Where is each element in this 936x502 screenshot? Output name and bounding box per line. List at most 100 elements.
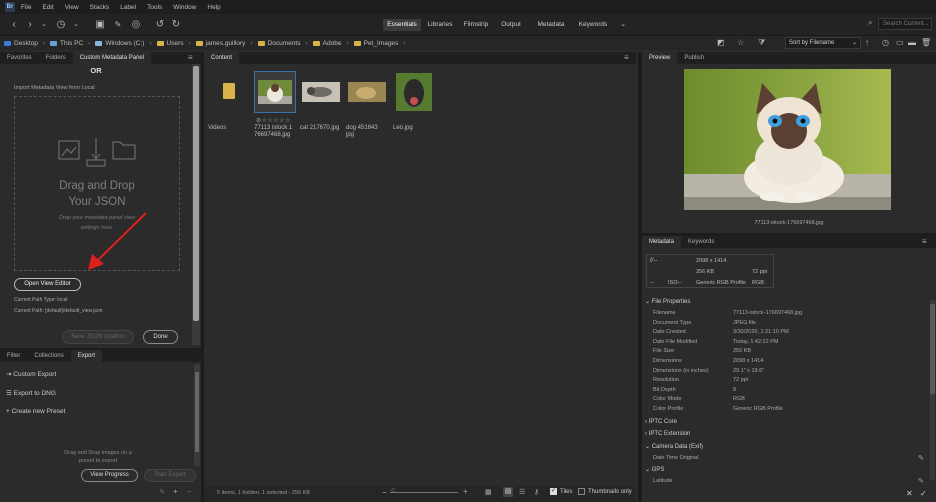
tab-custom-metadata-panel[interactable]: Custom Metadata Panel xyxy=(72,52,152,64)
menu-file[interactable]: File xyxy=(21,4,31,11)
export-scrollbar[interactable] xyxy=(194,364,200,466)
rating-stars[interactable]: ⊘☆☆☆☆☆ xyxy=(256,117,291,124)
scroll-thumb[interactable] xyxy=(195,372,199,452)
view-grid-icon[interactable]: ▦ xyxy=(485,488,492,496)
panel-menu-icon[interactable]: ≡ xyxy=(624,52,629,64)
tab-content[interactable]: Content xyxy=(204,52,240,64)
menu-view[interactable]: View xyxy=(65,4,79,11)
menu-help[interactable]: Help xyxy=(207,4,220,11)
tab-favorites[interactable]: Favorites xyxy=(0,52,39,64)
recent-files-icon[interactable]: ◷ xyxy=(882,38,889,47)
menu-window[interactable]: Window xyxy=(173,4,196,11)
start-export-button[interactable]: Start Export xyxy=(144,469,196,482)
workspace-filmstrip[interactable]: Filmstrip xyxy=(461,19,491,31)
edit-icon[interactable]: ✎ xyxy=(159,488,165,496)
breadcrumb-users[interactable]: Users › xyxy=(156,40,196,47)
view-list-icon[interactable]: ☰ xyxy=(519,488,525,496)
export-item-custom[interactable]: ⇥ Custom Export xyxy=(6,370,56,378)
thumb-leo[interactable] xyxy=(393,71,435,113)
export-item-new-preset[interactable]: + Create new Preset xyxy=(6,408,65,415)
view-progress-button[interactable]: View Progress xyxy=(81,469,138,482)
breadcrumb-this-pc[interactable]: This PC › xyxy=(50,40,95,47)
cancel-icon[interactable]: ✕ xyxy=(906,489,913,498)
tiles-checkbox[interactable]: ✓ xyxy=(550,488,557,495)
tab-filter[interactable]: Filter xyxy=(0,350,27,362)
view-details-icon[interactable]: ▤ xyxy=(503,487,513,497)
workspace-output[interactable]: Output xyxy=(498,19,524,31)
workspace-metadata[interactable]: Metadata xyxy=(533,19,569,31)
section-gps[interactable]: ⌄ GPS xyxy=(645,466,664,473)
metadata-scrollbar[interactable] xyxy=(930,300,935,480)
save-json-location-button[interactable]: Save JSON location xyxy=(62,330,134,344)
scroll-thumb[interactable] xyxy=(193,66,199,321)
panel-scrollbar[interactable] xyxy=(192,64,200,345)
star-filter-icon[interactable]: ☆ xyxy=(737,38,744,47)
remove-icon[interactable]: − xyxy=(187,487,192,496)
open-camera-raw-icon[interactable]: ◎ xyxy=(130,19,142,31)
filter-icon[interactable]: ⧩ xyxy=(758,38,765,48)
open-view-editor-button[interactable]: Open View Editor xyxy=(14,278,81,291)
panel-menu-icon[interactable]: ≡ xyxy=(922,236,927,248)
thumb-cat-217670[interactable] xyxy=(300,71,342,113)
export-item-dng[interactable]: ☰ Export to DNG xyxy=(6,389,56,397)
scroll-thumb[interactable] xyxy=(930,304,935,394)
tab-publish[interactable]: Publish xyxy=(677,52,711,64)
pane-divider-left-lower[interactable] xyxy=(0,348,201,350)
search-input[interactable]: Search Current... xyxy=(878,18,932,30)
zoom-out-icon[interactable]: − xyxy=(382,488,387,497)
tab-preview[interactable]: Preview xyxy=(642,52,678,64)
workspace-libraries[interactable]: Libraries xyxy=(424,19,456,31)
rotate-left-icon[interactable]: ↺ xyxy=(154,19,166,31)
pane-divider-left[interactable] xyxy=(201,52,204,502)
search-icon[interactable]: ⌕ xyxy=(868,18,872,28)
tab-export[interactable]: Export xyxy=(70,350,103,362)
breadcrumb-adobe[interactable]: Adobe › xyxy=(312,40,354,47)
menu-tools[interactable]: Tools xyxy=(147,4,162,11)
camera-icon[interactable]: ▣ xyxy=(94,19,106,31)
sort-dropdown[interactable]: Sort by Filename ⌄ xyxy=(785,37,861,49)
new-folder-icon[interactable]: ▭ xyxy=(896,38,904,47)
recent-dropdown-icon[interactable]: ⌄ xyxy=(70,19,82,31)
tab-collections[interactable]: Collections xyxy=(27,350,70,362)
section-file-properties[interactable]: ⌄ File Properties xyxy=(645,298,690,305)
delete-icon[interactable]: 🗑 xyxy=(921,38,931,47)
workspace-keywords[interactable]: Keywords xyxy=(575,19,611,31)
folder-icon[interactable]: ▬ xyxy=(908,38,916,47)
sort-direction-icon[interactable]: ↑ xyxy=(865,38,869,47)
edit-pencil-icon[interactable]: ✎ xyxy=(918,477,924,485)
section-iptc-extension[interactable]: › IPTC Extension xyxy=(645,431,690,437)
thumbnails-only-checkbox[interactable] xyxy=(578,488,585,495)
back-icon[interactable]: ‹ xyxy=(8,19,20,31)
menu-label[interactable]: Label xyxy=(120,4,136,11)
pane-divider-right[interactable] xyxy=(638,52,642,502)
thumb-videos[interactable] xyxy=(208,71,250,113)
apply-icon[interactable]: ✓ xyxy=(920,489,927,498)
section-camera-data[interactable]: ⌄ Camera Data (Exif) xyxy=(645,443,703,450)
rotate-right-icon[interactable]: ↻ xyxy=(170,19,182,31)
tab-folders[interactable]: Folders xyxy=(39,52,73,64)
workspace-more-icon[interactable]: ⌄ xyxy=(617,19,629,31)
zoom-slider[interactable] xyxy=(390,492,458,493)
edit-pencil-icon[interactable]: ✎ xyxy=(918,454,924,462)
tab-keywords[interactable]: Keywords xyxy=(681,236,721,248)
thumb-dog-451643[interactable] xyxy=(346,71,388,113)
forward-icon[interactable]: › xyxy=(24,19,36,31)
tab-metadata[interactable]: Metadata xyxy=(642,236,682,248)
dropdown-icon[interactable]: ⌄ xyxy=(38,19,50,31)
breadcrumb-pet-images[interactable]: Pet_Images › xyxy=(353,40,411,47)
panel-menu-icon[interactable]: ≡ xyxy=(188,52,193,64)
lock-icon[interactable]: ⚷ xyxy=(534,488,539,496)
refine-icon[interactable]: ✎ xyxy=(112,19,124,31)
recent-icon[interactable]: ◷ xyxy=(55,19,67,31)
preview-image[interactable] xyxy=(684,69,891,210)
section-iptc-core[interactable]: › IPTC Core xyxy=(645,419,677,425)
workspace-essentials[interactable]: Essentials xyxy=(383,19,421,31)
menu-edit[interactable]: Edit xyxy=(42,4,53,11)
breadcrumb-documents[interactable]: Documents › xyxy=(257,40,313,47)
breadcrumb-windows-c[interactable]: Windows (C:) › xyxy=(95,40,156,47)
done-button[interactable]: Done xyxy=(143,330,178,344)
quality-options-icon[interactable]: ◩ xyxy=(717,38,725,47)
breadcrumb-user[interactable]: james.guillory › xyxy=(195,40,258,47)
add-icon[interactable]: + xyxy=(173,487,178,496)
thumb-77113[interactable] xyxy=(254,71,296,113)
